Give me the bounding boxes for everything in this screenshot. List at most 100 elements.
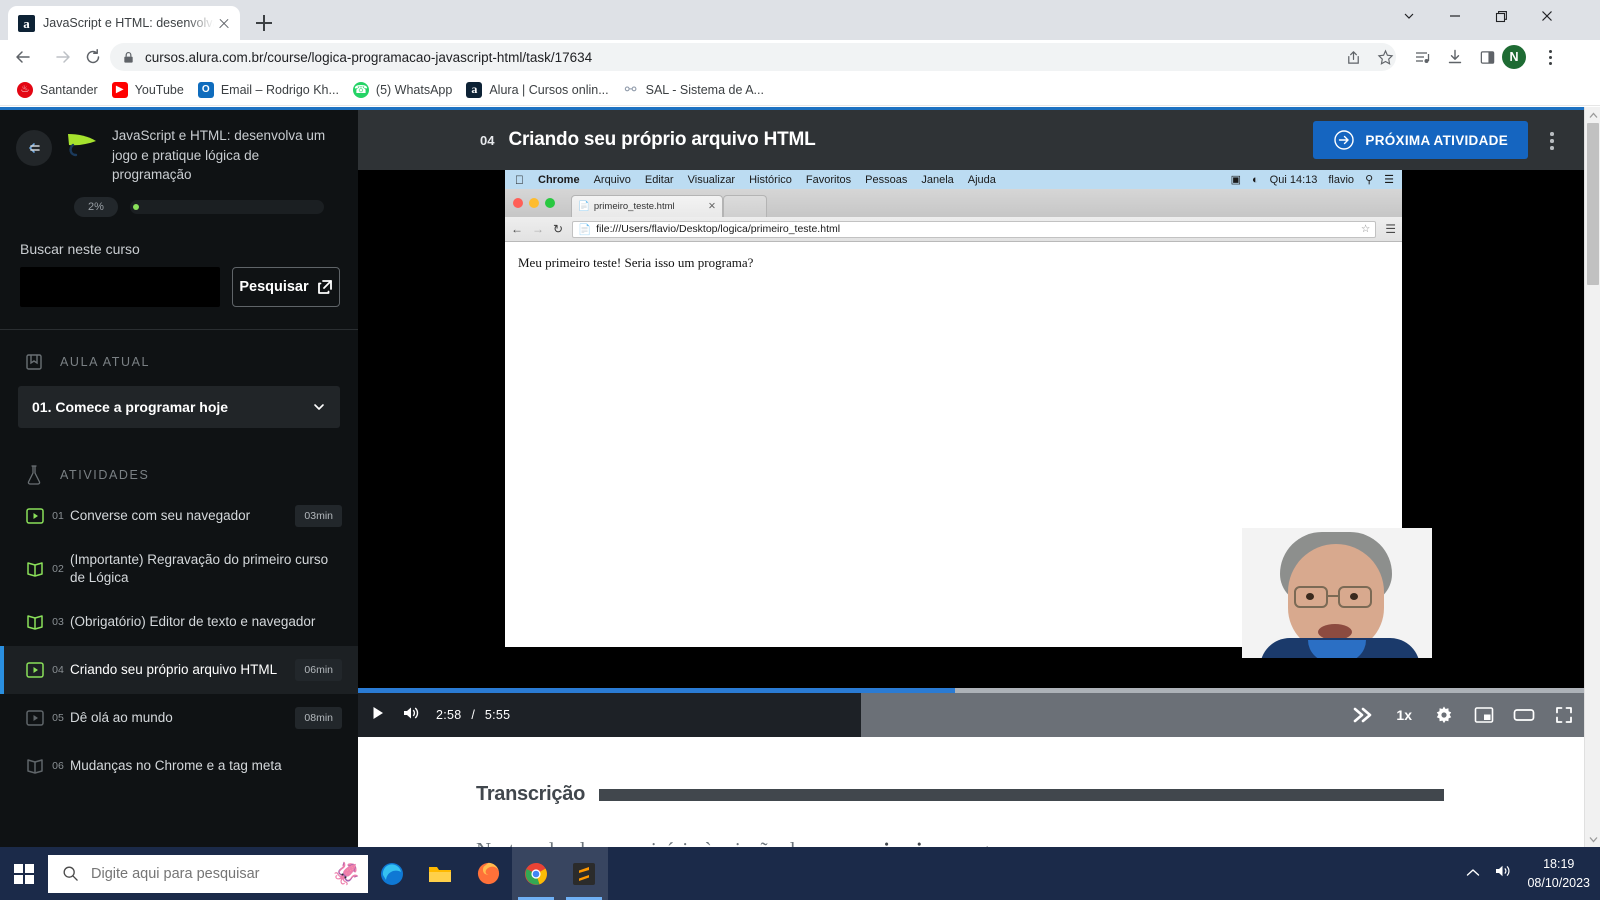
activity-item-05[interactable]: 05 Dê olá ao mundo 08min	[0, 694, 358, 742]
taskbar-clock[interactable]: 18:19 08/10/2023	[1527, 855, 1590, 891]
show-hidden-icons-chevron[interactable]	[1466, 865, 1480, 883]
alura-favicon: a	[18, 14, 35, 32]
close-window-button[interactable]	[1524, 0, 1570, 32]
activity-number: 03	[52, 616, 64, 629]
taskbar-search[interactable]: 🦑	[48, 854, 368, 893]
reload-icon[interactable]: ↻	[553, 222, 563, 236]
search-button[interactable]: Pesquisar	[232, 266, 340, 307]
taskbar-app-chrome[interactable]	[512, 847, 560, 900]
scroll-up-arrow-icon[interactable]	[1585, 107, 1600, 123]
minimize-window-dot[interactable]	[529, 198, 539, 208]
course-title: JavaScript e HTML: desenvolva um jogo e …	[112, 128, 326, 183]
transcription-text-bold: primeiro programa	[863, 838, 1037, 847]
bookmark-whatsapp[interactable]: ☎ (5) WhatsApp	[346, 78, 459, 102]
forward-arrow-icon[interactable]	[48, 42, 78, 72]
screen: a JavaScript e HTML: desenvolva u cursos…	[0, 0, 1600, 900]
back-arrow-icon[interactable]: ←	[511, 222, 523, 236]
mac-browser-tab[interactable]: 📄 primeiro_teste.html ✕	[571, 195, 723, 217]
taskbar-search-input[interactable]	[91, 865, 321, 882]
activity-item-02[interactable]: 02 (Importante) Regravação do primeiro c…	[0, 540, 358, 598]
mac-address-bar[interactable]: 📄 file:///Users/flavio/Desktop/logica/pr…	[572, 220, 1377, 238]
text-icon	[24, 755, 46, 777]
minimize-button[interactable]	[1432, 0, 1478, 32]
mac-omnibar: ← → ↻ 📄 file:///Users/flavio/Desktop/log…	[505, 217, 1402, 242]
taskbar-app-edge[interactable]	[368, 847, 416, 900]
profile-avatar[interactable]: N	[1502, 45, 1526, 69]
browser-tab[interactable]: a JavaScript e HTML: desenvolva u	[8, 6, 240, 40]
apple-icon: 	[515, 173, 524, 187]
progress-fill	[132, 203, 139, 210]
share-icon[interactable]	[1340, 44, 1366, 70]
video-player[interactable]:  Chrome Arquivo Editar Visualizar Histó…	[358, 170, 1584, 737]
activity-name: Converse com seu navegador	[70, 507, 251, 523]
page-icon: 📄	[578, 201, 590, 212]
address-bar[interactable]: cursos.alura.com.br/course/logica-progra…	[110, 43, 1396, 71]
fullscreen-icon[interactable]	[1544, 693, 1584, 737]
page-icon: 📄	[578, 223, 592, 236]
taskbar-app-file-explorer[interactable]	[416, 847, 464, 900]
transcription-header: Transcrição	[476, 783, 1584, 806]
chrome-menu-icon[interactable]	[1538, 44, 1562, 70]
video-icon	[24, 707, 46, 729]
activity-number: 06	[52, 760, 64, 773]
reading-list-icon[interactable]	[1410, 44, 1436, 70]
picture-in-picture-icon[interactable]	[1464, 693, 1504, 737]
activity-duration: 06min	[295, 659, 342, 682]
bookmark-alura[interactable]: a Alura | Cursos onlin...	[459, 78, 615, 102]
instructor-face	[1242, 528, 1432, 658]
back-arrow-icon[interactable]	[8, 42, 38, 72]
new-tab-button[interactable]	[250, 9, 278, 37]
taskbar-app-firefox[interactable]	[464, 847, 512, 900]
alura-logo-icon[interactable]	[64, 128, 100, 164]
arrow-right-circle-icon	[1334, 130, 1355, 150]
bookmark-santander[interactable]: ♨ Santander	[10, 78, 105, 102]
maximize-button[interactable]	[1478, 0, 1524, 32]
taskbar-app-sublime-text[interactable]	[560, 847, 608, 900]
bookmark-sal[interactable]: ⚯ SAL - Sistema de A...	[616, 78, 771, 102]
volume-icon[interactable]	[1494, 863, 1513, 884]
downloads-icon[interactable]	[1442, 44, 1468, 70]
star-icon[interactable]: ☆	[1361, 223, 1370, 235]
main-content: 04 Criando seu próprio arquivo HTML PRÓX…	[358, 110, 1584, 847]
scrollbar-thumb[interactable]	[1587, 123, 1599, 285]
close-icon[interactable]	[214, 13, 234, 33]
windows-start-icon[interactable]	[0, 847, 48, 900]
page-scrollbar[interactable]	[1584, 107, 1600, 847]
close-icon[interactable]: ✕	[708, 201, 716, 212]
collapse-arrow-icon[interactable]	[16, 130, 52, 166]
play-icon[interactable]	[370, 705, 386, 726]
side-panel-icon[interactable]	[1474, 44, 1500, 70]
chevron-down-icon[interactable]	[1386, 0, 1432, 32]
scroll-down-arrow-icon[interactable]	[1585, 831, 1600, 847]
mac-new-tab[interactable]	[723, 195, 767, 217]
bookmark-email[interactable]: O Email – Rodrigo Kh...	[191, 78, 346, 102]
text-icon	[24, 611, 46, 633]
fast-forward-icon[interactable]	[1344, 693, 1384, 737]
activity-item-06[interactable]: 06 Mudanças no Chrome e a tag meta	[0, 742, 358, 790]
browser-titlebar: a JavaScript e HTML: desenvolva u	[0, 0, 1600, 40]
kebab-menu-icon[interactable]	[1542, 130, 1562, 152]
playback-speed[interactable]: 1x	[1384, 707, 1424, 723]
search-input[interactable]	[20, 266, 220, 307]
activity-item-03[interactable]: 03 (Obrigatório) Editor de texto e naveg…	[0, 598, 358, 646]
octopus-icon: 🦑	[332, 860, 360, 886]
volume-icon[interactable]	[402, 705, 420, 726]
bookmark-label: (5) WhatsApp	[375, 82, 453, 97]
activity-item-01[interactable]: 01 Converse com seu navegador 03min	[0, 492, 358, 540]
activity-item-04[interactable]: 04 Criando seu próprio arquivo HTML 06mi…	[0, 646, 358, 695]
star-icon[interactable]	[1372, 44, 1398, 70]
gear-icon[interactable]	[1424, 693, 1464, 737]
current-lesson-section-header: AULA ATUAL	[0, 330, 358, 372]
close-window-dot[interactable]	[513, 198, 523, 208]
maximize-window-dot[interactable]	[545, 198, 555, 208]
bookmark-youtube[interactable]: ▶ YouTube	[105, 78, 191, 102]
forward-arrow-icon[interactable]: →	[532, 222, 544, 236]
activity-name: (Obrigatório) Editor de texto e navegado…	[70, 614, 316, 630]
bookmarks-bar: ♨ Santander ▶ YouTube O Email – Rodrigo …	[0, 74, 1600, 106]
sidebar-current-lesson[interactable]: 01. Comece a programar hoje	[18, 385, 340, 428]
hamburger-icon[interactable]: ☰	[1385, 222, 1396, 236]
theater-mode-icon[interactable]	[1504, 693, 1544, 737]
reload-icon[interactable]	[78, 42, 108, 72]
next-activity-button[interactable]: PRÓXIMA ATIVIDADE	[1313, 121, 1528, 159]
external-link-icon	[317, 279, 332, 294]
